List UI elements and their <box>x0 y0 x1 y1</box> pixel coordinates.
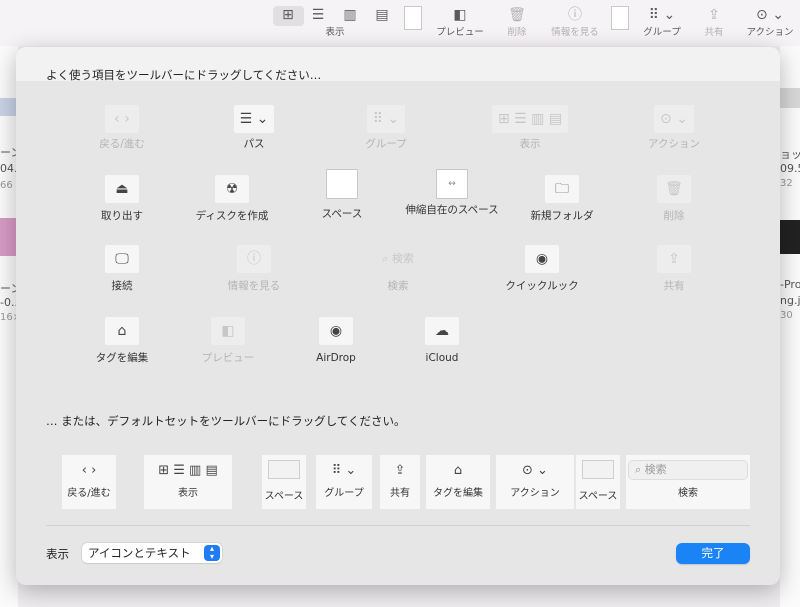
item-path[interactable]: ☰ ⌄ パス <box>184 105 324 151</box>
default-group: ⠿ ⌄ グループ <box>316 455 372 509</box>
share-icon: ⇪ <box>708 7 720 23</box>
eject-icon: ⏏ <box>105 175 139 203</box>
space-placeholder <box>400 4 426 44</box>
share-toolbar-item[interactable]: ⇪ 共有 <box>694 4 734 44</box>
show-mode-value: アイコンとテキスト <box>88 546 191 560</box>
item-quicklook[interactable]: ◉ クイックルック <box>472 245 612 293</box>
group-icon: ⠿ ⌄ <box>331 463 357 478</box>
thumbnail <box>780 88 800 108</box>
group-icon: ⠿ ⌄ <box>366 105 406 133</box>
finder-toolbar: ⊞ ☰ ▥ ▤ 表示 ◧ プレビュー 🗑 削除 ⓘ 情報を見る ⠿ ⌄ グループ ⇪ 共有… <box>0 0 800 46</box>
preview-icon: ◧ <box>453 7 467 23</box>
default-view: ⊞ ☰ ▥ ▤ 表示 <box>144 455 232 509</box>
default-space-2: スペース <box>576 455 620 509</box>
filename-fragment: 09.5 <box>780 162 800 175</box>
customize-toolbar-sheet: よく使う項目をツールバーにドラッグしてください… ‹ › 戻る/進む ☰ ⌄ パス … <box>16 47 780 585</box>
path-icon: ☰ ⌄ <box>233 105 275 133</box>
chevron-updown-icon: ▴ ▾ <box>204 545 220 561</box>
default-toolbar-set[interactable]: ‹ › 戻る/進む ⊞ ☰ ▥ ▤ 表示 スペース ⠿ ⌄ グループ ⇪ 共有 ⌂ タグを… <box>46 455 750 509</box>
done-button[interactable]: 完了 <box>676 543 750 564</box>
sheet-heading: よく使う項目をツールバーにドラッグしてください… <box>46 68 322 82</box>
item-group[interactable]: ⠿ ⌄ グループ <box>316 105 456 151</box>
gallery-view-icon[interactable]: ▤ <box>370 4 394 44</box>
tag-icon: ⌂ <box>105 317 139 345</box>
item-action[interactable]: ⊙ ⌄ アクション <box>604 105 744 151</box>
action-icon: ⊙ ⌄ <box>654 105 694 133</box>
trash-icon: 🗑 <box>657 175 691 203</box>
default-space: スペース <box>262 455 306 509</box>
filename-fragment: ng.jp <box>780 294 800 307</box>
action-toolbar-item[interactable]: ⊙ ⌄ アクション <box>740 4 800 44</box>
item-icloud[interactable]: ☁ iCloud <box>372 317 512 365</box>
item-connect[interactable]: 🖵 接続 <box>52 245 192 293</box>
back-forward-icon: ‹ › <box>81 463 97 478</box>
icloud-icon: ☁ <box>425 317 459 345</box>
file-size-fragment: 32 <box>780 178 793 189</box>
default-action: ⊙ ⌄ アクション <box>496 455 574 509</box>
default-edit-tags: ⌂ タグを編集 <box>426 455 490 509</box>
item-delete[interactable]: 🗑 削除 <box>604 175 744 223</box>
item-back-forward[interactable]: ‹ › 戻る/進む <box>52 105 192 151</box>
info-icon: ⓘ <box>568 7 582 23</box>
space-icon <box>582 460 614 479</box>
burn-disc-icon: ☢ <box>215 175 249 203</box>
file-size-fragment: 66 <box>0 180 13 191</box>
space-icon <box>326 169 358 199</box>
icon-view-grid[interactable]: ⊞ <box>276 4 300 44</box>
get-info-toolbar-item[interactable]: ⓘ 情報を見る <box>545 4 605 44</box>
view-icon: ⊞ ☰ ▥ ▤ <box>491 105 569 133</box>
flexible-space-icon: ↔ <box>436 169 468 199</box>
footer-divider <box>46 525 750 526</box>
action-icon: ⊙ ⌄ <box>522 463 548 478</box>
connect-icon: 🖵 <box>105 245 139 273</box>
tag-icon: ⌂ <box>453 463 463 478</box>
back-forward-icon: ‹ › <box>105 105 139 133</box>
delete-toolbar-item[interactable]: 🗑 削除 <box>497 4 537 44</box>
default-back-forward: ‹ › 戻る/進む <box>62 455 116 509</box>
airdrop-icon: ◉ <box>319 317 353 345</box>
item-search[interactable]: ⌕ 検索 検索 <box>328 245 468 293</box>
default-search: ⌕ 検索 検索 <box>626 455 750 509</box>
share-icon: ⇪ <box>657 245 691 273</box>
item-share[interactable]: ⇪ 共有 <box>604 245 744 293</box>
action-icon: ⊙ ⌄ <box>756 7 784 23</box>
default-share: ⇪ 共有 <box>380 455 420 509</box>
thumbnail <box>780 220 800 254</box>
search-icon: ⌕ 検索 <box>628 460 748 480</box>
trash-icon: 🗑 <box>508 7 526 23</box>
show-label: 表示 <box>46 547 69 561</box>
group-icon: ⠿ ⌄ <box>648 7 676 23</box>
file-size-fragment: 30 <box>780 310 793 321</box>
filename-fragment: 04. <box>0 162 18 175</box>
background-right-content: ョッ 09.5 32 -Pro ng.jp 30 <box>780 46 800 607</box>
info-icon: ⓘ <box>237 245 271 273</box>
search-icon: ⌕ 検索 <box>382 252 414 265</box>
share-icon: ⇪ <box>394 463 406 478</box>
group-toolbar-item[interactable]: ⠿ ⌄ グループ <box>637 4 687 44</box>
show-mode-select[interactable]: アイコンとテキスト ▴ ▾ <box>82 543 222 563</box>
preview-toolbar-item[interactable]: ◧ プレビュー <box>430 4 490 44</box>
default-set-heading: … または、デフォルトセットをツールバーにドラッグしてください。 <box>46 414 406 428</box>
item-get-info[interactable]: ⓘ 情報を見る <box>184 245 324 293</box>
view-icon: ⊞ ☰ ▥ ▤ <box>158 463 218 478</box>
filename-fragment: ョッ <box>780 148 800 161</box>
item-view[interactable]: ⊞ ☰ ▥ ▤ 表示 <box>460 105 600 151</box>
preview-icon: ◧ <box>211 317 245 345</box>
quicklook-icon: ◉ <box>525 245 559 273</box>
space-icon <box>268 460 300 479</box>
space-placeholder-2 <box>607 4 633 44</box>
filename-fragment: -Pro <box>780 278 800 291</box>
new-folder-icon: 🗀 <box>545 175 579 203</box>
